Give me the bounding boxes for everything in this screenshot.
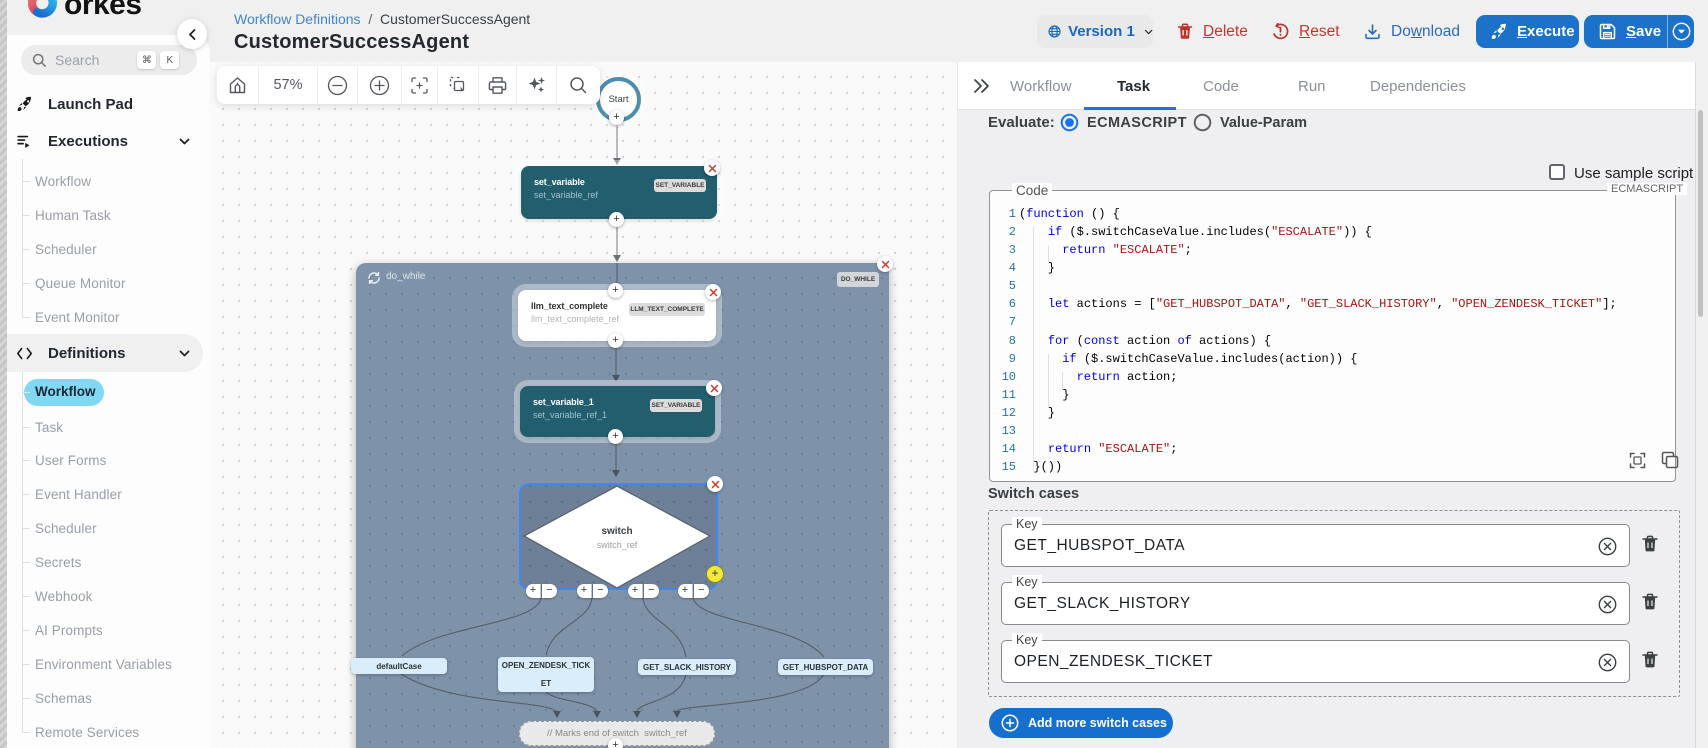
svg-text:orkes: orkes <box>64 0 142 21</box>
svg-text:switch_ref: switch_ref <box>597 540 638 550</box>
svg-text:switch: switch <box>601 526 632 537</box>
